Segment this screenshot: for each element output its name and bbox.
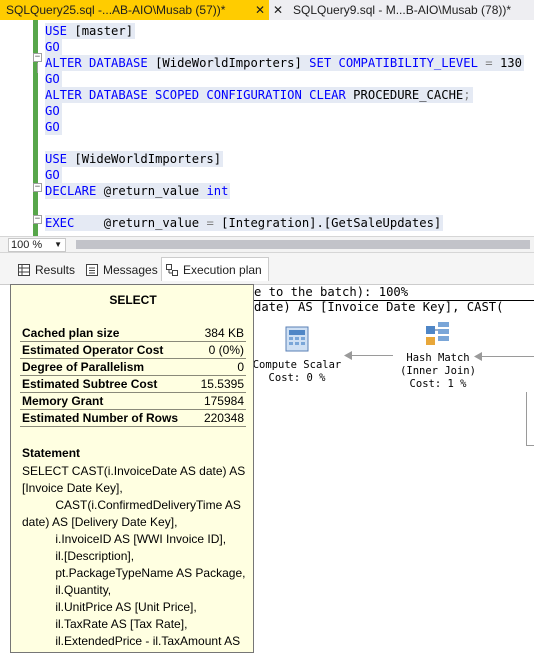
property-key: Estimated Number of Rows <box>22 411 179 425</box>
tab-messages-label: Messages <box>103 263 158 277</box>
code-line: GO <box>45 167 62 183</box>
tooltip-title: SELECT <box>109 293 157 307</box>
property-value: 384 KB <box>204 326 244 340</box>
code-line: USE [WideWorldImporters] <box>45 151 224 167</box>
close-icon[interactable]: ✕ <box>273 0 283 20</box>
editor-status-bar: 100 % ▼ <box>0 236 534 253</box>
statement-header: Statement <box>22 446 81 460</box>
plan-query-text: date) AS [Invoice Date Key], CAST( <box>254 300 504 314</box>
compute-scalar-icon[interactable] <box>285 326 309 352</box>
property-key: Memory Grant <box>22 394 104 408</box>
arrow-head-icon <box>344 351 352 360</box>
scrollbar-thumb[interactable] <box>76 240 530 249</box>
plan-arrow <box>526 445 534 446</box>
compute-scalar-name: Compute Scalar <box>252 359 342 371</box>
code-line: GO <box>45 39 62 55</box>
property-key: Estimated Subtree Cost <box>22 377 158 391</box>
close-icon[interactable]: ✕ <box>255 0 265 20</box>
code-line: ALTER DATABASE SCOPED CONFIGURATION CLEA… <box>45 87 473 103</box>
code-line: EXEC @return_value = [Integration].[GetS… <box>45 215 444 231</box>
tooltip-property-row: Degree of Parallelism 0 <box>20 359 246 376</box>
tab-label: SQLQuery9.sql - M...B-AIO\Musab (78))* <box>293 3 512 17</box>
code-line: USE [master] <box>45 23 136 39</box>
property-value: 220348 <box>203 411 244 425</box>
zoom-value: 100 % <box>11 239 43 251</box>
collapse-icon[interactable]: − <box>33 53 42 62</box>
plan-arrow <box>349 355 393 356</box>
collapse-icon[interactable]: − <box>33 215 42 224</box>
messages-icon <box>86 264 98 276</box>
select-operator-tooltip: SELECT Cached plan size 384 KB Estimated… <box>10 284 254 653</box>
grid-icon <box>18 264 30 276</box>
property-value: 0 (0%) <box>208 343 244 357</box>
code-line: GO <box>45 71 62 87</box>
statement-text: SELECT CAST(i.InvoiceDate AS date) AS [I… <box>22 464 246 652</box>
property-key: Estimated Operator Cost <box>22 343 164 357</box>
arrow-head-icon <box>474 352 482 361</box>
tooltip-property-row: Estimated Operator Cost 0 (0%) <box>20 342 246 359</box>
tab-label: SQLQuery25.sql -...AB-AIO\Musab (57))* <box>6 3 226 17</box>
tab-execution-plan[interactable]: Execution plan <box>161 257 269 281</box>
fold-line <box>37 63 38 73</box>
tab-results-label: Results <box>35 263 76 277</box>
code-line: GO <box>45 103 62 119</box>
hash-match-name: Hash Match <box>406 352 470 364</box>
zoom-select[interactable]: 100 % ▼ <box>8 238 66 252</box>
code-line: GO <box>45 119 62 135</box>
execution-plan-icon <box>166 264 178 276</box>
property-value: 15.5395 <box>200 377 244 391</box>
hash-match-cost: Cost: 1 % <box>409 378 467 390</box>
horizontal-scrollbar[interactable] <box>76 240 530 249</box>
chevron-down-icon: ▼ <box>54 240 62 249</box>
tab-sqlquery9[interactable]: ✕ SQLQuery9.sql - M...B-AIO\Musab (78))* <box>269 0 534 20</box>
hash-match-join: (Inner Join) <box>400 365 476 377</box>
property-key: Degree of Parallelism <box>22 360 145 374</box>
collapse-icon[interactable]: − <box>33 183 42 192</box>
tab-results[interactable]: Results <box>18 260 75 280</box>
tooltip-property-row: Memory Grant 175984 <box>20 393 246 410</box>
tab-execution-plan-label: Execution plan <box>183 263 262 277</box>
tooltip-property-row: Estimated Number of Rows 220348 <box>20 410 246 427</box>
document-tab-strip: SQLQuery25.sql -...AB-AIO\Musab (57))* ✕… <box>0 0 534 20</box>
plan-arrow <box>526 392 527 446</box>
property-key: Cached plan size <box>22 326 120 340</box>
hash-match-icon[interactable] <box>425 321 451 347</box>
results-tab-strip: Results Messages Execution plan <box>0 253 534 285</box>
code-line: DECLARE @return_value int <box>45 183 231 199</box>
tooltip-property-row: Estimated Subtree Cost 15.5395 <box>20 376 246 393</box>
query-editor[interactable]: − − − USE [master] GO ALTER DATABASE [Wi… <box>0 20 534 236</box>
property-value: 175984 <box>203 394 244 408</box>
code-line: ALTER DATABASE [WideWorldImporters] SET … <box>45 55 524 71</box>
plan-arrow <box>478 356 534 357</box>
tooltip-property-row: Cached plan size 384 KB <box>20 325 246 342</box>
plan-cost-text: e to the batch): 100% <box>254 285 409 299</box>
tab-sqlquery25[interactable]: SQLQuery25.sql -...AB-AIO\Musab (57))* ✕ <box>0 0 269 20</box>
compute-scalar-cost: Cost: 0 % <box>268 372 326 384</box>
property-value: 0 <box>237 360 244 374</box>
tab-messages[interactable]: Messages <box>86 260 158 280</box>
